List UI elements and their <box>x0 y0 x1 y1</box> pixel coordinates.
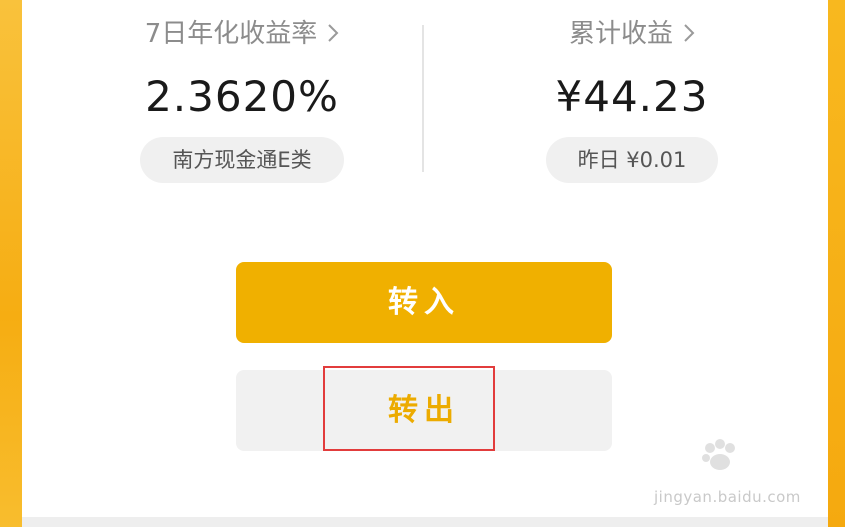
footer-strip <box>22 517 828 527</box>
yesterday-earnings-badge: 昨日 ¥0.01 <box>545 137 719 183</box>
yield-label: 7日年化收益率 <box>144 19 318 49</box>
stat-divider <box>422 25 424 172</box>
background-left-edge <box>0 0 22 527</box>
yield-header[interactable]: 7日年化收益率 <box>92 16 392 52</box>
earnings-value: ¥44.23 <box>555 72 709 121</box>
chevron-right-icon <box>327 17 339 53</box>
annotation-highlight-box <box>323 366 495 451</box>
background-right-edge <box>825 0 845 527</box>
yield-value: 2.3620% <box>145 72 339 121</box>
watermark-url: jingyan.baidu.com <box>654 488 801 506</box>
earnings-section[interactable]: 累计收益 ¥44.23 昨日 ¥0.01 <box>482 0 782 183</box>
fund-name-badge[interactable]: 南方现金通E类 <box>140 137 344 183</box>
transfer-in-button[interactable]: 转入 <box>236 262 612 343</box>
earnings-header[interactable]: 累计收益 <box>482 16 782 52</box>
earnings-label: 累计收益 <box>568 19 673 49</box>
chevron-right-icon <box>683 17 695 53</box>
yield-section[interactable]: 7日年化收益率 2.3620% 南方现金通E类 <box>92 0 392 183</box>
